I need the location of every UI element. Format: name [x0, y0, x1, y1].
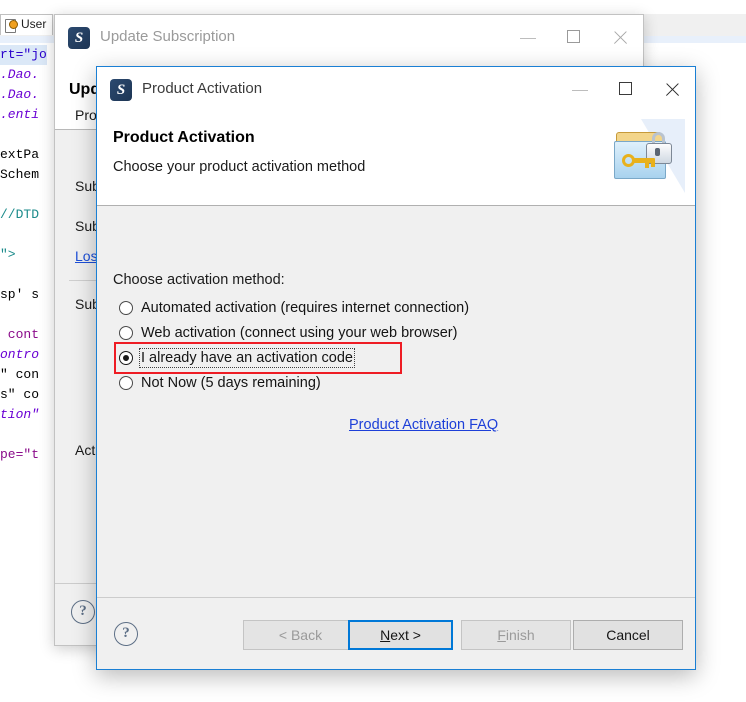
code-line: //DTD — [0, 207, 40, 222]
code-line: s" co — [0, 387, 40, 402]
app-logo-icon: S — [68, 27, 90, 49]
radio-have-activation-code[interactable]: I already have an activation code — [119, 346, 355, 370]
back-button[interactable]: < Back — [243, 620, 358, 650]
radio-label: I already have an activation code — [139, 348, 355, 368]
code-line: .enti — [0, 107, 40, 122]
radio-automated-activation[interactable]: Automated activation (requires internet … — [119, 296, 469, 320]
app-logo-icon: S — [110, 79, 132, 101]
code-line: ontro — [0, 347, 40, 362]
product-activation-faq-link[interactable]: Product Activation FAQ — [349, 417, 498, 433]
code-line: pe="t — [0, 447, 40, 462]
maximize-button[interactable] — [551, 15, 597, 61]
header-subtitle: Choose your product activation method — [113, 159, 366, 175]
code-line: " con — [0, 367, 40, 382]
radio-indicator — [119, 351, 133, 365]
editor-tab-label: User — [21, 17, 47, 31]
code-line: "> — [0, 247, 16, 262]
radio-web-activation[interactable]: Web activation (connect using your web b… — [119, 321, 457, 345]
radio-label: Automated activation (requires internet … — [141, 300, 470, 316]
update-subscription-title: Update Subscription — [100, 28, 236, 45]
product-activation-header: Product Activation Choose your product a… — [97, 113, 695, 205]
finish-button-mnemonic: F — [497, 627, 506, 643]
code-line: extPa — [0, 147, 40, 162]
cancel-button[interactable]: Cancel — [573, 620, 683, 650]
cancel-button-label: Cancel — [606, 627, 650, 643]
finish-button[interactable]: Finish — [461, 620, 571, 650]
help-icon[interactable]: ? — [71, 600, 95, 624]
back-button-label: < Back — [278, 627, 323, 643]
radio-label: Not Now (5 days remaining) — [141, 375, 321, 391]
product-activation-dialog: S Product Activation Product Activation … — [96, 66, 696, 670]
product-activation-title: Product Activation — [142, 80, 263, 97]
activation-method-label: Choose activation method: — [113, 272, 285, 288]
code-line: .Dao. — [0, 87, 40, 102]
folder-lock-key-icon — [607, 119, 685, 193]
minimize-button[interactable] — [505, 15, 551, 61]
code-line: tion" — [0, 407, 40, 422]
radio-not-now[interactable]: Not Now (5 days remaining) — [119, 371, 321, 395]
help-icon[interactable]: ? — [114, 622, 138, 646]
update-subscription-titlebar: S Update Subscription — [55, 15, 643, 61]
code-line: cont — [0, 327, 40, 342]
radio-indicator — [119, 326, 133, 340]
radio-indicator — [119, 376, 133, 390]
finish-button-label: inish — [505, 627, 535, 643]
code-line: .Dao. — [0, 67, 40, 82]
radio-indicator — [119, 301, 133, 315]
code-line: sp' s — [0, 287, 40, 302]
next-button[interactable]: Next > — [348, 620, 453, 650]
next-button-label: ext > — [390, 627, 421, 643]
product-activation-footer: ? < Back Next > Finish Cancel — [97, 597, 695, 669]
editor-tab[interactable]: User — [0, 14, 54, 35]
maximize-button[interactable] — [603, 67, 649, 113]
code-line: rt="jo — [0, 45, 47, 65]
product-activation-titlebar: S Product Activation — [97, 67, 695, 113]
code-line: Schem — [0, 167, 40, 182]
radio-label: Web activation (connect using your web b… — [141, 325, 458, 341]
close-icon[interactable] — [597, 15, 643, 61]
minimize-button[interactable] — [557, 67, 603, 113]
next-button-mnemonic: N — [380, 627, 391, 643]
product-activation-body: Choose activation method: Automated acti… — [97, 206, 695, 598]
bean-file-icon — [4, 19, 18, 33]
close-icon[interactable] — [649, 67, 695, 113]
header-title: Product Activation — [113, 129, 255, 146]
